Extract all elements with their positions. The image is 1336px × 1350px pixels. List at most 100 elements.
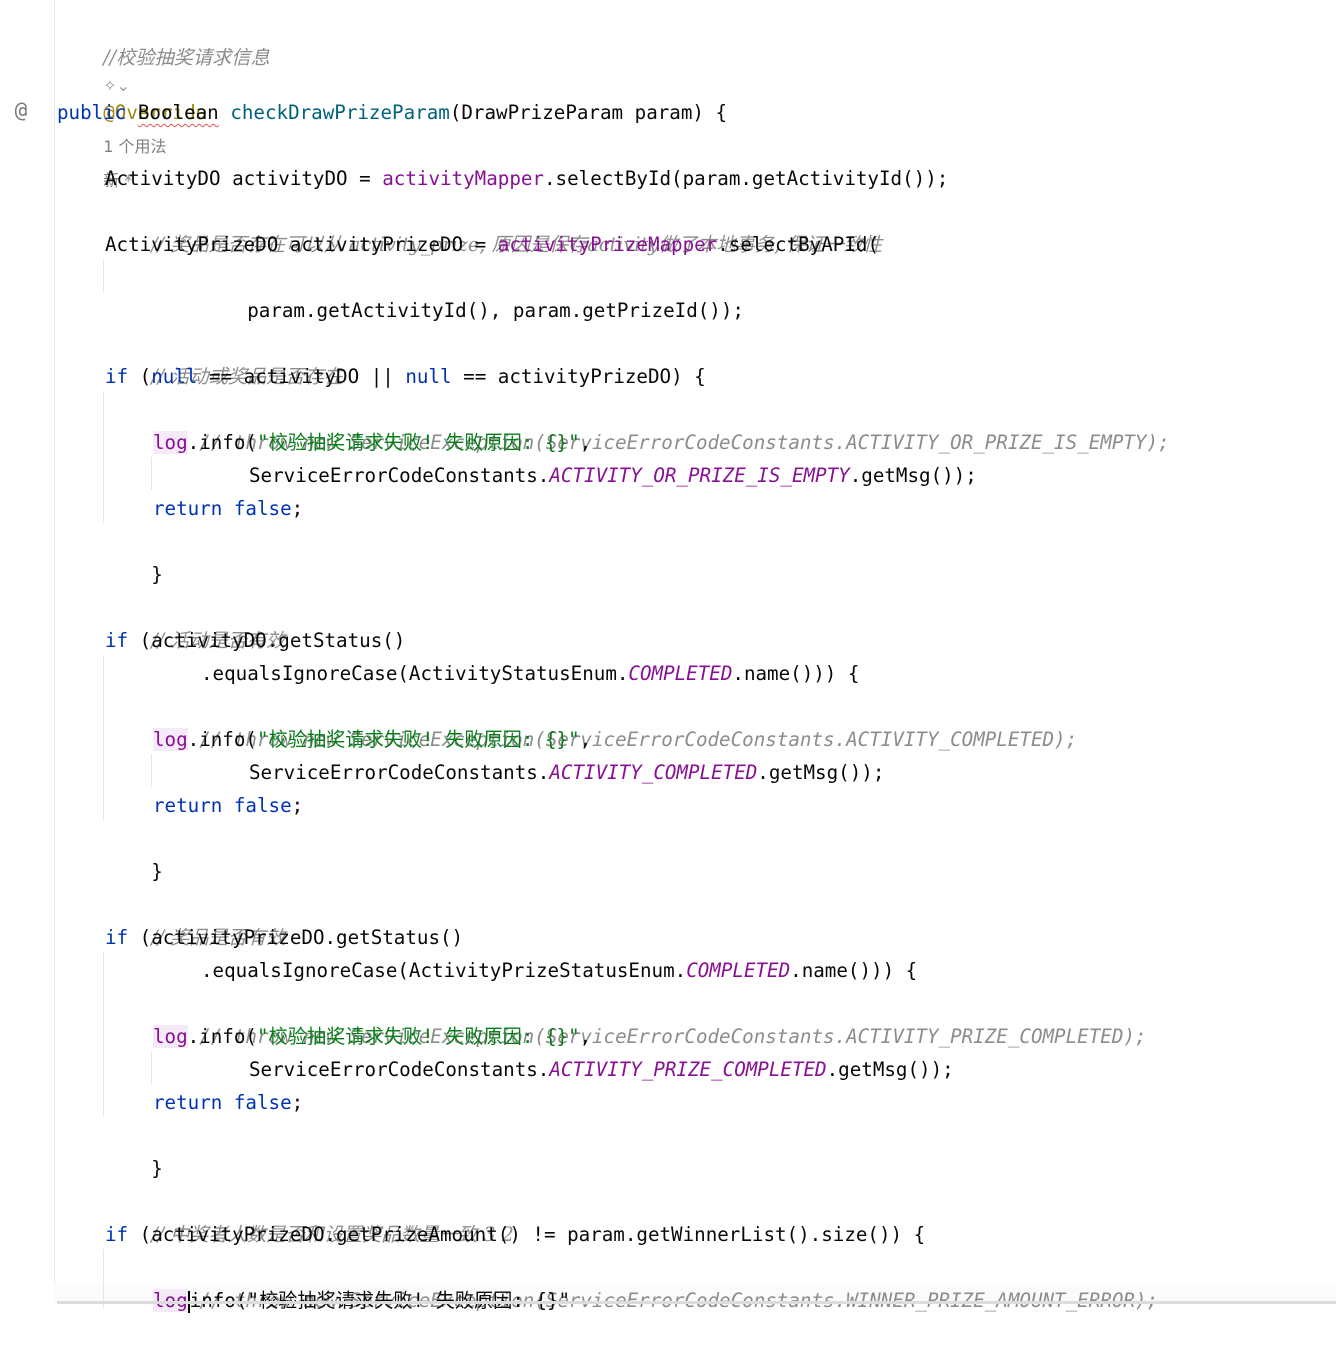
code-line[interactable]: ActivityPrizeDO activityPrizeDO = activi… <box>105 228 879 261</box>
code-text: ( <box>128 365 152 388</box>
code-line[interactable]: public Boolean checkDrawPrizeParam(DrawP… <box>57 96 727 129</box>
mapper-field[interactable]: activityPrizeMapper <box>498 233 718 256</box>
code-line[interactable]: } <box>105 1119 163 1180</box>
string-literal: "校验抽奖请求失败! 失败原因: {}" <box>256 431 580 454</box>
constant[interactable]: COMPLETED <box>628 662 732 685</box>
log-field[interactable]: log <box>153 1025 188 1048</box>
method-params: (DrawPrizeParam param) { <box>449 101 728 124</box>
code-text: .selectById(param.getActivityId()); <box>543 167 949 190</box>
code-line[interactable]: ServiceErrorCodeConstants.ACTIVITY_COMPL… <box>249 756 884 789</box>
keyword: return <box>153 794 223 817</box>
code-editor[interactable]: //校验抽奖请求信息 ✧⌄ @Override 1 个用法 新 * public… <box>57 8 1336 1313</box>
code-text: .equalsIgnoreCase(ActivityPrizeStatusEnu… <box>201 959 687 982</box>
implements-method-icon[interactable]: @ <box>8 97 34 123</box>
code-line[interactable]: .equalsIgnoreCase(ActivityPrizeStatusEnu… <box>201 954 917 987</box>
code-text: == activityDO || <box>197 365 406 388</box>
indent-guide <box>103 391 104 523</box>
code-line[interactable]: param.getActivityId(), param.getPrizeId(… <box>201 261 744 322</box>
code-text: ServiceErrorCodeConstants. <box>249 464 550 487</box>
code-line[interactable]: @Override 1 个用法 新 * <box>57 63 207 190</box>
code-text: .getMsg()); <box>826 1058 954 1081</box>
code-line[interactable]: .equalsIgnoreCase(ActivityStatusEnum.COM… <box>201 657 859 690</box>
code-text: (activityPrizeDO.getPrizeAmount() != par… <box>128 1223 926 1246</box>
constant[interactable]: ACTIVITY_PRIZE_COMPLETED <box>549 1058 826 1081</box>
code-line[interactable]: ActivityDO activityDO = activityMapper.s… <box>105 162 948 195</box>
code-text: } <box>151 563 163 586</box>
keyword: null <box>405 365 452 388</box>
constant[interactable]: ACTIVITY_COMPLETED <box>549 761 757 784</box>
log-field[interactable]: log <box>153 728 188 751</box>
code-text: .info( <box>187 1025 257 1048</box>
code-text: } <box>151 860 163 883</box>
code-line[interactable]: return false; <box>153 1086 303 1119</box>
code-text: .selectByAPId( <box>717 233 879 256</box>
code-line[interactable]: log.info("校验抽奖请求失败! 失败原因: {}", <box>153 723 591 756</box>
constant[interactable]: COMPLETED <box>686 959 790 982</box>
code-text: == activityPrizeDO) { <box>451 365 706 388</box>
code-line[interactable]: if (null == activityDO || null == activi… <box>105 360 706 393</box>
string-literal: "校验抽奖请求失败! 失败原因: {}" <box>256 1025 580 1048</box>
code-line[interactable]: } <box>105 822 163 883</box>
indent-guide <box>151 1051 152 1084</box>
code-line[interactable]: // throw new ServiceException(ServiceErr… <box>153 987 1146 1048</box>
return-type-warning[interactable]: Boolean <box>138 101 219 124</box>
code-text: } <box>151 1157 163 1180</box>
keyword: public <box>57 101 127 124</box>
keyword: if <box>105 1223 129 1246</box>
mapper-field[interactable]: activityMapper <box>382 167 544 190</box>
code-line[interactable]: // 活动是否有效 <box>105 591 285 652</box>
code-text: ; <box>291 1091 304 1114</box>
code-line[interactable]: log.info("校验抽奖请求失败! 失败原因: {}", <box>153 426 591 459</box>
code-text: ServiceErrorCodeConstants. <box>249 1058 550 1081</box>
code-line[interactable]: return false; <box>153 492 303 525</box>
code-text: (activityPrizeDO.getStatus() <box>128 926 464 949</box>
indent-guide <box>151 754 152 787</box>
indent-guide <box>103 259 104 292</box>
code-text: param.getActivityId(), param.getPrizeId(… <box>247 299 744 322</box>
code-text: (activityDO.getStatus() <box>128 629 406 652</box>
code-text: ServiceErrorCodeConstants. <box>249 761 550 784</box>
code-text: .getMsg()); <box>849 464 977 487</box>
keyword: return <box>153 497 223 520</box>
log-field[interactable]: log <box>153 431 188 454</box>
keyword: if <box>105 629 129 652</box>
usages-hint[interactable]: 1 个用法 <box>103 137 166 156</box>
code-text: .info( <box>187 431 257 454</box>
constant[interactable]: ACTIVITY_OR_PRIZE_IS_EMPTY <box>549 464 849 487</box>
code-text: ActivityPrizeDO activityPrizeDO = <box>105 233 498 256</box>
code-text: .name())) { <box>790 959 918 982</box>
code-line[interactable]: if (activityDO.getStatus() <box>105 624 405 657</box>
keyword: if <box>105 365 129 388</box>
code-line[interactable]: // throw new ServiceException(ServiceErr… <box>153 690 1077 751</box>
code-line[interactable]: // throw new ServiceException(ServiceErr… <box>153 1251 1158 1312</box>
indent-guide <box>103 952 104 1117</box>
string-literal: "校验抽奖请求失败! 失败原因: {}" <box>256 728 580 751</box>
code-text: , <box>579 1025 592 1048</box>
code-text: ; <box>291 794 304 817</box>
indent-guide <box>103 655 104 820</box>
code-line[interactable]: // 奖品是否有效 <box>105 888 285 949</box>
code-line[interactable]: ServiceErrorCodeConstants.ACTIVITY_OR_PR… <box>249 459 977 492</box>
code-line[interactable]: log.info("校验抽奖请求失败! 失败原因: {}", <box>153 1020 591 1053</box>
code-text: , <box>579 431 592 454</box>
indent-guide <box>151 457 152 490</box>
method-name[interactable]: checkDrawPrizeParam <box>230 101 450 124</box>
code-line[interactable]: // 活动或奖品是否存在 <box>105 327 343 388</box>
code-line[interactable]: if (activityPrizeDO.getPrizeAmount() != … <box>105 1218 925 1251</box>
code-text: , <box>579 728 592 751</box>
editor-gutter: @ <box>0 0 55 1304</box>
code-line[interactable]: // 中奖者人数是否和设置奖品数量一致 3 2 <box>105 1185 514 1246</box>
code-line[interactable]: return false; <box>153 789 303 822</box>
keyword: false <box>233 794 292 817</box>
keyword: null <box>151 365 198 388</box>
code-text: .info( <box>187 728 257 751</box>
keyword: false <box>233 497 292 520</box>
code-line[interactable]: } <box>105 525 163 586</box>
code-line[interactable]: if (activityPrizeDO.getStatus() <box>105 921 463 954</box>
keyword: return <box>153 1091 223 1114</box>
code-line[interactable]: // 奖品是否存在可以从 activity_prize, 原因是保存activi… <box>105 195 882 256</box>
code-line[interactable]: // throw new ServiceException(ServiceErr… <box>153 393 1169 454</box>
code-line[interactable]: ServiceErrorCodeConstants.ACTIVITY_PRIZE… <box>249 1053 954 1086</box>
keyword: if <box>105 926 129 949</box>
code-text: .name())) { <box>732 662 860 685</box>
